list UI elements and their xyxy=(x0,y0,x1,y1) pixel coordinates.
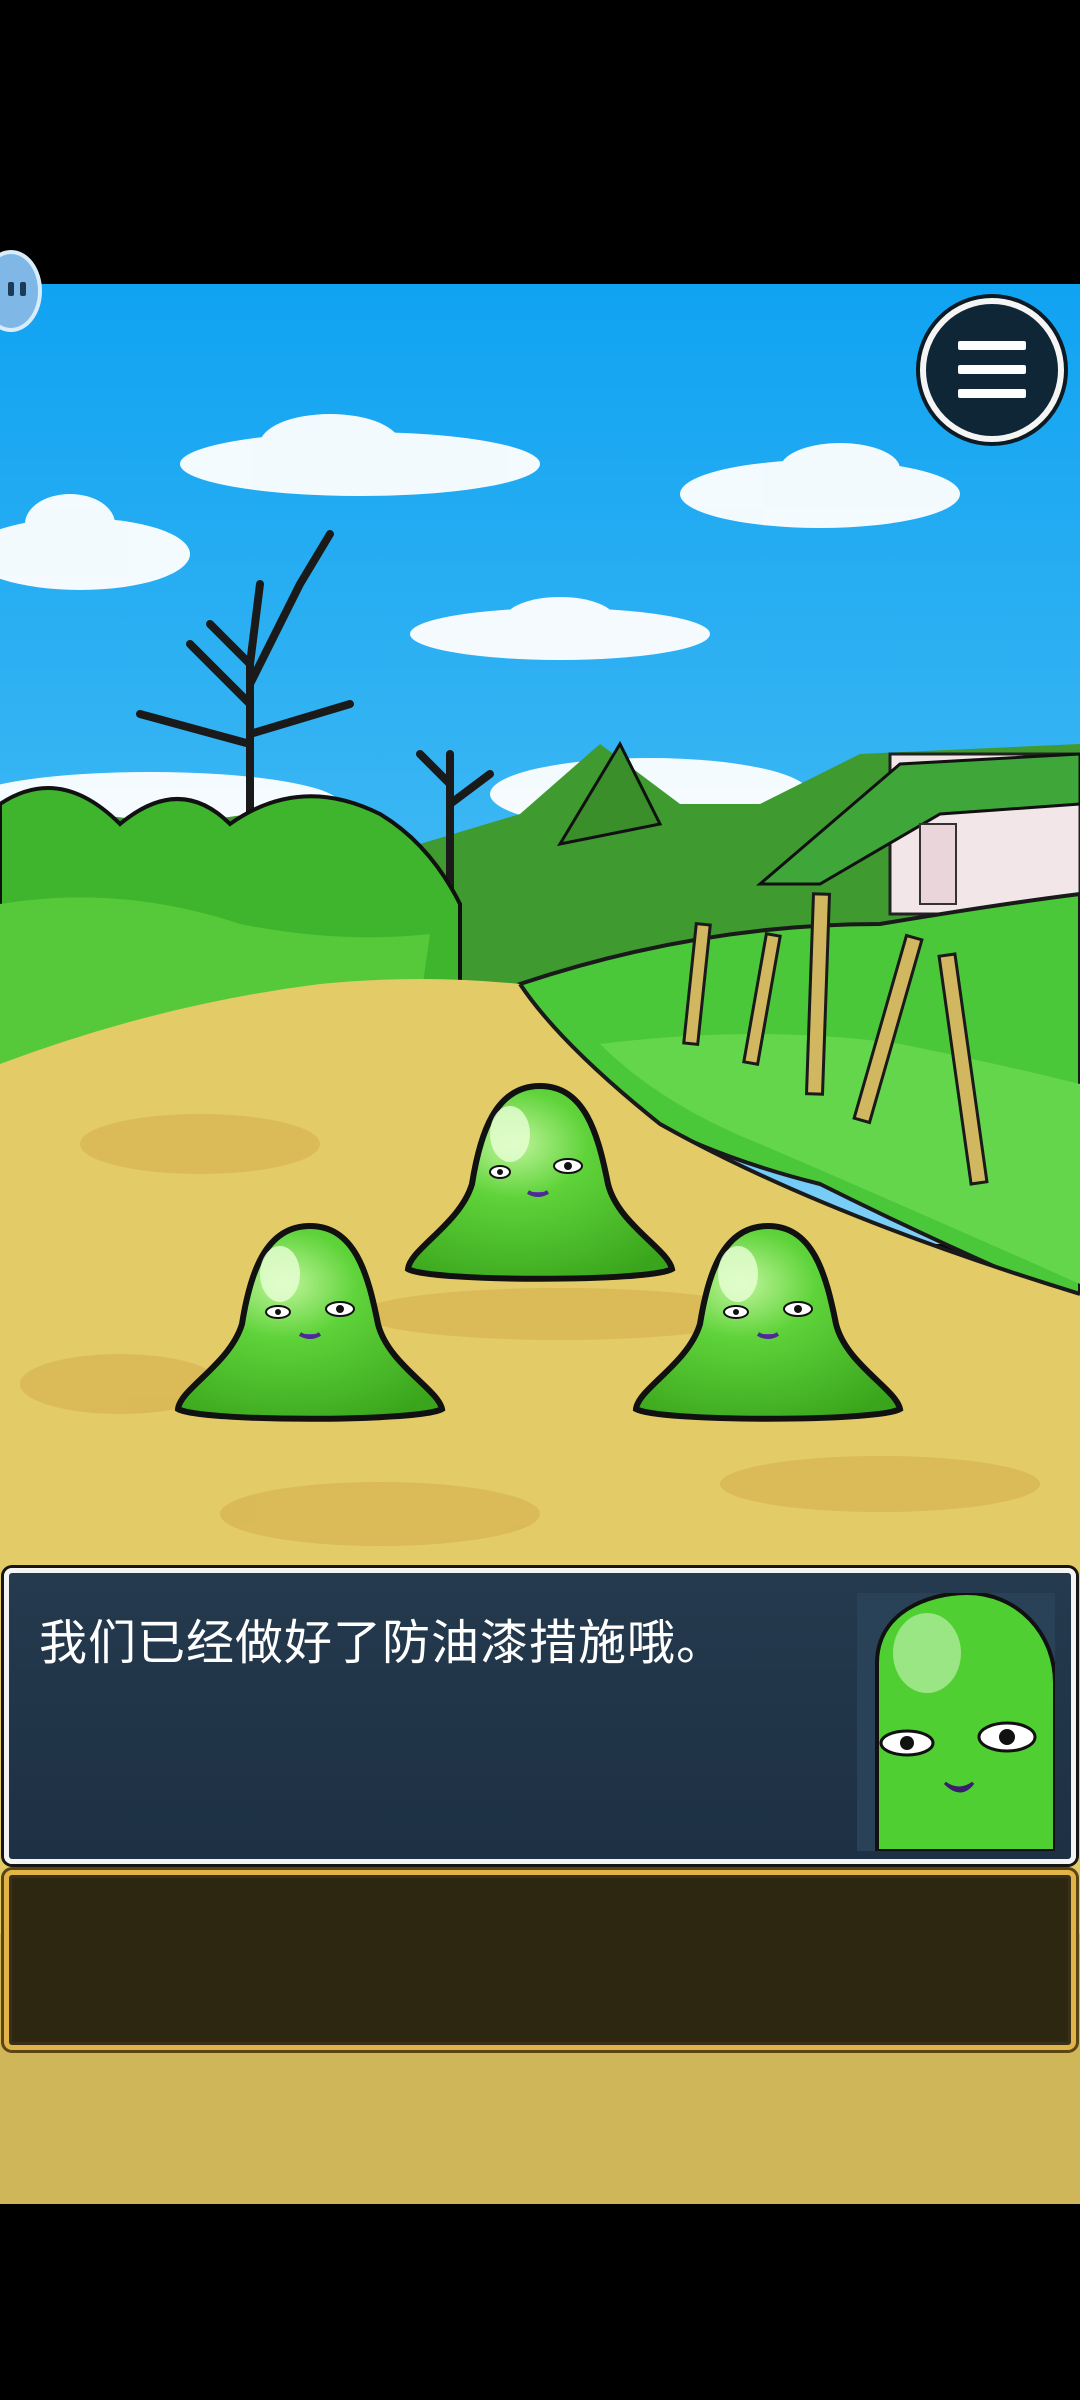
dialog-text: 我们已经做好了防油漆措施哦。 xyxy=(39,1615,726,1671)
menu-button[interactable] xyxy=(920,298,1064,442)
dialog-box[interactable]: 我们已经做好了防油漆措施哦。 xyxy=(4,1568,1076,1864)
green-slime-portrait xyxy=(875,1593,1055,1851)
green-slime-right[interactable] xyxy=(628,1214,908,1434)
speaker-portrait xyxy=(857,1593,1055,1851)
choice-box[interactable] xyxy=(4,1870,1076,2050)
green-slime-left[interactable] xyxy=(170,1214,450,1434)
hamburger-menu-icon xyxy=(958,341,1026,399)
